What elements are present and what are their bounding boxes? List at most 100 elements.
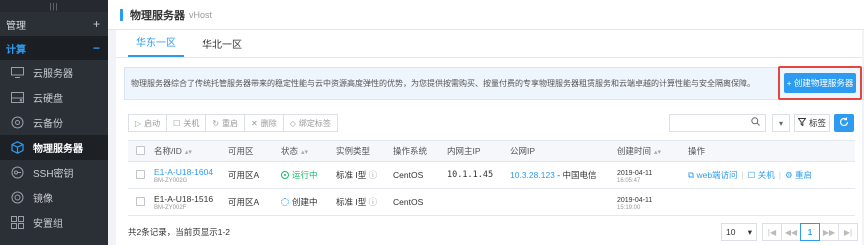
- search-dropdown-button[interactable]: ▾: [772, 114, 790, 132]
- chevron-down-icon: ▾: [747, 226, 752, 237]
- sidebar-item-cloud-disk[interactable]: 云硬盘: [0, 85, 108, 110]
- row-shutdown-link[interactable]: ☐ 关机: [748, 170, 775, 180]
- tab-north-china-1[interactable]: 华北一区: [194, 36, 250, 57]
- create-physical-server-button[interactable]: + 创建物理服务器: [784, 73, 856, 93]
- collapse-icon: −: [92, 41, 100, 55]
- bind-tag-label: 绑定标签: [298, 118, 331, 128]
- sidebar-item-placement-group[interactable]: 安置组: [0, 210, 108, 235]
- title-accent-bar: [120, 8, 123, 21]
- sidebar-section-label: 管理: [6, 20, 26, 32]
- row-checkbox[interactable]: [136, 169, 145, 179]
- stop-icon: ☐: [173, 118, 181, 128]
- table-footer: 共2条记录，当前页显示1-2 10 ▾ |◀ ◀◀ 1 ▶▶ ▶|: [128, 222, 858, 242]
- tag-filter-button[interactable]: 标签: [794, 114, 830, 132]
- key-icon: [10, 166, 24, 180]
- refresh-icon: [839, 116, 849, 130]
- next-page-button[interactable]: ▶▶: [819, 223, 839, 241]
- restart-button[interactable]: ↻ 重启: [205, 114, 246, 132]
- column-status[interactable]: 状态: [281, 146, 298, 156]
- main-area: 物理服务器 vHost 华东一区 华北一区 物理服务器综合了传统托管服务器带来的…: [108, 0, 864, 245]
- monitor-icon: [10, 66, 24, 80]
- sort-icon[interactable]: ▴▾: [185, 149, 192, 156]
- stop-icon: ☐: [747, 170, 756, 180]
- create-button-highlight: + 创建物理服务器: [778, 66, 862, 100]
- type-cell: 标准 I型: [336, 170, 367, 180]
- sidebar-item-label: 云硬盘: [33, 94, 63, 105]
- private-ip-cell: 10.1.1.45: [447, 161, 510, 189]
- column-os: 操作系统: [393, 140, 447, 162]
- created-date: 2019-04-11: [617, 196, 653, 204]
- tag-icon: ◇: [289, 118, 296, 128]
- expand-icon: +: [92, 17, 100, 31]
- server-id: BM-ZY002F: [154, 204, 187, 211]
- divider: |: [741, 170, 744, 180]
- created-time: 16:05:47: [617, 177, 641, 184]
- row-restart-link[interactable]: ⚙ 重启: [785, 170, 812, 180]
- last-page-button[interactable]: ▶|: [838, 223, 858, 241]
- zone-cell: 可用区A: [228, 188, 281, 216]
- info-notice: 物理服务器综合了传统托管服务器带来的稳定性能与云中资源高度弹性的优势，为您提供按…: [124, 67, 864, 100]
- bind-tag-button[interactable]: ◇ 绑定标签: [282, 114, 338, 132]
- delete-label: 删除: [260, 118, 277, 128]
- shutdown-button[interactable]: ☐ 关机: [166, 114, 207, 132]
- sidebar-item-physical-server[interactable]: 物理服务器: [0, 135, 108, 160]
- sidebar-item-label: 安置组: [33, 219, 63, 230]
- sidebar-item-cloud-backup[interactable]: 云备份: [0, 110, 108, 135]
- sidebar-item-image[interactable]: 镜像: [0, 185, 108, 210]
- current-page-button[interactable]: 1: [800, 223, 820, 241]
- prev-page-button[interactable]: ◀◀: [781, 223, 801, 241]
- refresh-button[interactable]: [834, 114, 854, 132]
- search-input[interactable]: [669, 114, 766, 132]
- column-zone: 可用区: [228, 140, 281, 162]
- column-name[interactable]: 名称/ID: [154, 146, 182, 156]
- info-icon[interactable]: ⓘ: [369, 170, 378, 180]
- column-type: 实例类型: [336, 140, 393, 162]
- delete-button[interactable]: ✕ 删除: [244, 114, 284, 132]
- page-size-select[interactable]: 10 ▾: [721, 223, 757, 241]
- info-icon[interactable]: ⓘ: [369, 197, 378, 207]
- pagination: 10 ▾ |◀ ◀◀ 1 ▶▶ ▶|: [721, 223, 858, 241]
- sidebar-item-label: 云服务器: [33, 69, 73, 80]
- search-icon: [751, 117, 760, 129]
- restart-label: 重启: [222, 118, 239, 128]
- web-access-link[interactable]: ⧉ web端访问: [688, 170, 738, 180]
- column-created[interactable]: 创建时间: [617, 146, 651, 156]
- table-header-row: 名称/ID ▴▾ 可用区 状态 ▴▾ 实例类型 操作系统 内网主IP 公网IP 创建…: [128, 140, 855, 162]
- sidebar-item-label: 云备份: [33, 119, 63, 130]
- isp-text: - 中国电信: [554, 170, 597, 180]
- web-access-label: web端访问: [696, 170, 738, 180]
- os-cell: CentOS: [393, 188, 447, 216]
- shutdown-label: 关机: [183, 118, 200, 128]
- sidebar-section-compute[interactable]: 计算 −: [0, 36, 108, 60]
- table-row: E1-A-U18-1604 BM-ZY002G 可用区A 运行中 标准 I型 ⓘ …: [128, 161, 855, 189]
- region-tabs: 华东一区 华北一区: [116, 30, 862, 58]
- zone-cell: 可用区A: [228, 161, 281, 189]
- server-id: BM-ZY002G: [154, 177, 188, 184]
- sidebar-item-cloud-server[interactable]: 云服务器: [0, 60, 108, 85]
- server-name: E1-A-U18-1516: [154, 193, 214, 204]
- running-status-icon: [281, 171, 289, 179]
- tab-east-china-1[interactable]: 华东一区: [128, 34, 184, 57]
- sidebar-section-manage[interactable]: 管理 +: [0, 12, 108, 36]
- server-table: 名称/ID ▴▾ 可用区 状态 ▴▾ 实例类型 操作系统 内网主IP 公网IP 创建…: [128, 140, 855, 216]
- os-cell: CentOS: [393, 161, 447, 189]
- sidebar-item-ssh-key[interactable]: SSH密钥: [0, 160, 108, 185]
- sort-icon[interactable]: ▴▾: [301, 149, 308, 156]
- start-button[interactable]: ▷ 启动: [128, 114, 168, 132]
- action-toolbar: ▷ 启动 ☐ 关机 ↻ 重启 ✕ 删除 ◇ 绑定标签: [128, 114, 338, 132]
- select-all-checkbox[interactable]: [136, 145, 145, 155]
- sidebar-collapse-handle[interactable]: |||: [0, 0, 108, 12]
- sort-icon[interactable]: ▴▾: [654, 149, 661, 156]
- column-ops: 操作: [688, 140, 855, 162]
- image-icon: [10, 191, 24, 205]
- created-time: 15:19:00: [617, 204, 641, 211]
- page-title: 物理服务器: [130, 9, 185, 22]
- row-checkbox[interactable]: [136, 196, 145, 206]
- record-summary: 共2条记录，当前页显示1-2: [128, 227, 231, 237]
- public-ip-link[interactable]: 10.3.28.123: [510, 170, 555, 180]
- first-page-button[interactable]: |◀: [762, 223, 782, 241]
- sidebar-item-label: 物理服务器: [33, 144, 83, 155]
- page-size-value: 10: [726, 227, 736, 237]
- row-restart-label: 重启: [795, 170, 813, 180]
- server-name-link[interactable]: E1-A-U18-1604: [154, 167, 213, 177]
